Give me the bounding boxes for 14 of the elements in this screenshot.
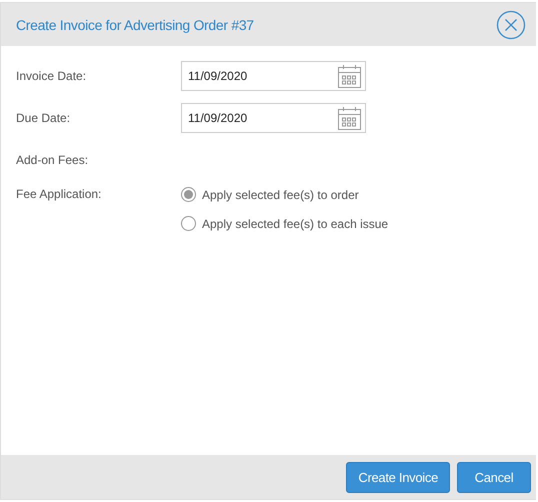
radio-icon[interactable]: [181, 216, 196, 231]
close-button[interactable]: [496, 10, 526, 40]
calendar-icon[interactable]: [337, 64, 362, 88]
radio-option[interactable]: Apply selected fee(s) to order: [181, 187, 521, 202]
radio-icon[interactable]: [181, 187, 196, 202]
field-label: Add-on Fees:: [16, 153, 90, 167]
radio-option[interactable]: Apply selected fee(s) to each issue: [181, 216, 521, 231]
calendar-icon[interactable]: [337, 106, 362, 130]
date-picker[interactable]: 11/09/2020: [181, 61, 366, 91]
date-picker[interactable]: 11/09/2020: [181, 103, 366, 133]
field-label: Due Date:: [16, 111, 72, 125]
field-label: Invoice Date:: [16, 69, 88, 83]
dialog-title: Create Invoice for Advertising Order #37: [16, 16, 254, 32]
field-label: Fee Application:: [16, 187, 102, 202]
